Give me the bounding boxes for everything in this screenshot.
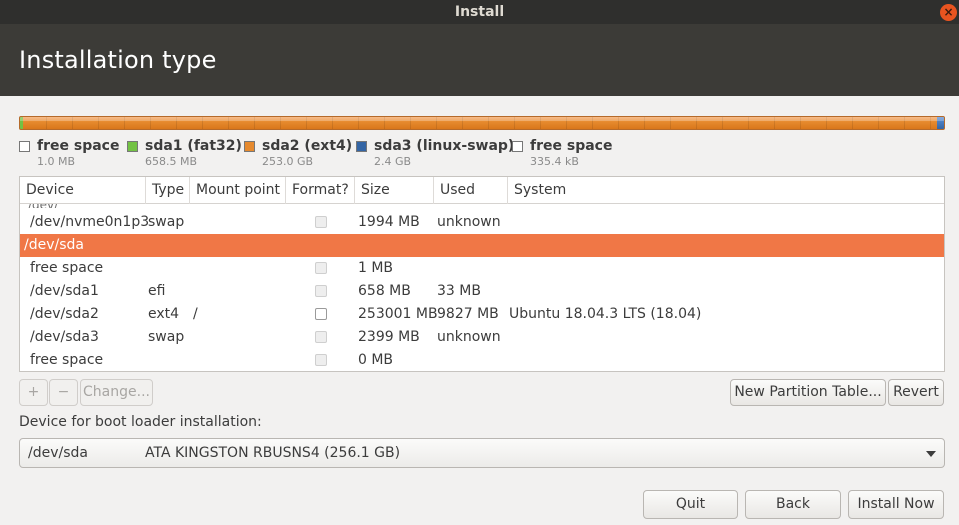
table-row[interactable]: free space 1 MB	[20, 257, 944, 280]
format-checkbox[interactable]	[315, 285, 327, 297]
add-partition-button[interactable]: +	[19, 379, 48, 406]
close-button[interactable]: ×	[940, 4, 957, 21]
cell-type: swap	[148, 214, 185, 230]
column-header-format[interactable]: Format?	[286, 177, 355, 204]
install-now-button[interactable]: Install Now	[848, 490, 944, 519]
format-checkbox[interactable]	[315, 331, 327, 343]
cell-device: /dev/sda	[24, 237, 84, 253]
table-row[interactable]: /dev/sda3 swap 2399 MB unknown	[20, 326, 944, 349]
legend-name: free space	[37, 138, 120, 154]
cell-system: Ubuntu 18.04.3 LTS (18.04)	[509, 306, 702, 322]
bootloader-label: Device for boot loader installation:	[19, 414, 262, 430]
table-row[interactable]: /dev/nvme0n1p3 swap 1994 MB unknown	[20, 211, 944, 234]
table-row[interactable]: /dev/sda2 ext4 / 253001 MB 9827 MB Ubunt…	[20, 303, 944, 326]
format-checkbox[interactable]	[315, 308, 327, 320]
column-header-type[interactable]: Type	[146, 177, 190, 204]
legend-name: free space	[530, 138, 613, 154]
cell-device: /dev/nvme0n1p3	[30, 214, 150, 230]
plus-icon: +	[27, 384, 40, 400]
bootloader-device: /dev/sda	[28, 445, 88, 461]
partition-usage-bar	[19, 116, 945, 130]
legend-swatch	[244, 141, 255, 152]
cell-used: unknown	[437, 329, 501, 345]
dropdown-arrow-icon	[926, 451, 936, 457]
legend-size: 658.5 MB	[145, 155, 198, 168]
format-checkbox[interactable]	[315, 354, 327, 366]
partition-table: Device Type Mount point Format? Size Use…	[19, 176, 945, 372]
cell-type: ext4	[148, 306, 180, 322]
table-row[interactable]: /dev/sda1 efi 658 MB 33 MB	[20, 280, 944, 303]
legend-name: sda2 (ext4)	[262, 138, 353, 154]
cell-device: free space	[30, 352, 104, 368]
page-title: Installation type	[19, 46, 217, 74]
bootloader-device-model: ATA KINGSTON RBUSNS4 (256.1 GB)	[145, 445, 401, 461]
table-header: Device Type Mount point Format? Size Use…	[20, 177, 944, 204]
window-titlebar: Install ×	[0, 0, 959, 24]
cell-size: 2399 MB	[358, 329, 420, 345]
format-checkbox[interactable]	[315, 216, 327, 228]
column-header-system[interactable]: System	[508, 177, 944, 204]
cell-used: 9827 MB	[437, 306, 499, 322]
column-header-used[interactable]: Used	[434, 177, 508, 204]
cell-type: efi	[148, 283, 166, 299]
column-header-size[interactable]: Size	[355, 177, 434, 204]
page-header: Installation type	[0, 24, 959, 96]
cell-device: /dev/sda3	[30, 329, 99, 345]
cell-mount-point: /	[193, 306, 198, 322]
legend-swatch	[512, 141, 523, 152]
cell-size: 0 MB	[358, 352, 394, 368]
column-header-device[interactable]: Device	[20, 177, 146, 204]
legend-swatch	[356, 141, 367, 152]
back-button[interactable]: Back	[745, 490, 841, 519]
table-row-disk-selected[interactable]: /dev/sda	[20, 234, 944, 257]
minus-icon: −	[57, 384, 70, 400]
cell-size: 1994 MB	[358, 214, 420, 230]
format-checkbox[interactable]	[315, 262, 327, 274]
legend-size: 335.4 kB	[530, 155, 579, 168]
window-title: Install	[454, 4, 505, 20]
bootloader-device-select[interactable]: /dev/sda ATA KINGSTON RBUSNS4 (256.1 GB)	[19, 438, 945, 468]
cell-device: /dev/sda2	[30, 306, 99, 322]
table-row-partial: /dev/	[20, 204, 944, 208]
legend-size: 253.0 GB	[262, 155, 314, 168]
cell-used: unknown	[437, 214, 501, 230]
cell-type: swap	[148, 329, 185, 345]
table-row[interactable]: free space 0 MB	[20, 349, 944, 371]
legend-name: sda1 (fat32)	[145, 138, 242, 154]
column-header-mount-point[interactable]: Mount point	[190, 177, 286, 204]
remove-partition-button[interactable]: −	[49, 379, 78, 406]
cell-size: 1 MB	[358, 260, 394, 276]
cell-size: 658 MB	[358, 283, 411, 299]
legend-swatch	[19, 141, 30, 152]
cell-size: 253001 MB	[358, 306, 438, 322]
change-partition-button[interactable]: Change...	[80, 379, 153, 406]
legend-size: 2.4 GB	[374, 155, 412, 168]
close-icon: ×	[943, 5, 954, 19]
legend-size: 1.0 MB	[37, 155, 76, 168]
revert-button[interactable]: Revert	[888, 379, 944, 406]
new-partition-table-button[interactable]: New Partition Table...	[730, 379, 886, 406]
quit-button[interactable]: Quit	[643, 490, 738, 519]
cell-device: /dev/sda1	[30, 283, 99, 299]
cell-used: 33 MB	[437, 283, 481, 299]
cell-device: free space	[30, 260, 104, 276]
legend-name: sda3 (linux-swap)	[374, 138, 515, 154]
legend-swatch	[127, 141, 138, 152]
